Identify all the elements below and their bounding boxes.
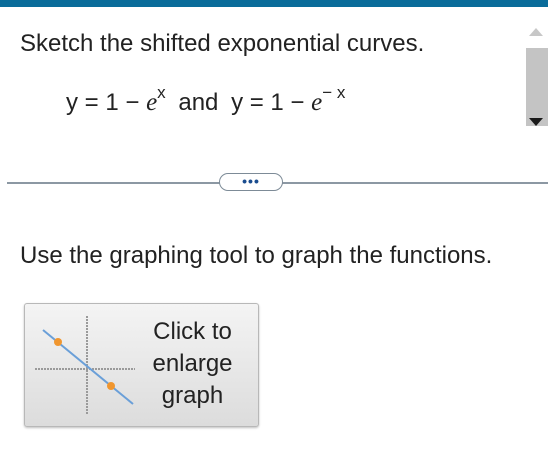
enlarge-graph-label: Click to enlarge graph <box>140 316 245 412</box>
graph-thumbnail-icon <box>35 316 135 414</box>
enlarge-graph-label-line-2: enlarge <box>152 350 233 377</box>
equation-1-lhs: y = 1 − <box>66 89 147 116</box>
equation-conjunction: and <box>178 89 219 116</box>
top-accent-bar <box>0 0 548 7</box>
scroll-down-arrow-icon[interactable] <box>529 118 543 126</box>
enlarge-graph-button[interactable]: Click to enlarge graph <box>24 303 259 427</box>
equation-2-base: e <box>311 89 323 116</box>
enlarge-graph-label-line-1: Click to <box>153 318 232 345</box>
scroll-thumb[interactable] <box>526 48 548 126</box>
equation-1-exponent: x <box>157 83 166 102</box>
equation-2-lhs: y = 1 − <box>231 89 312 116</box>
equation-1-base: e <box>146 89 158 116</box>
equation-2-exponent: − x <box>322 83 346 102</box>
scroll-up-arrow-icon[interactable] <box>529 28 543 36</box>
instruction-text: Use the graphing tool to graph the funct… <box>20 242 493 269</box>
equations: y = 1 − ex and y = 1 − e− x <box>66 84 345 118</box>
expand-more-button[interactable]: ••• <box>219 173 283 191</box>
vertical-scrollbar[interactable] <box>523 22 548 132</box>
enlarge-graph-label-line-3: graph <box>161 382 224 409</box>
question-prompt: Sketch the shifted exponential curves. <box>20 30 425 57</box>
